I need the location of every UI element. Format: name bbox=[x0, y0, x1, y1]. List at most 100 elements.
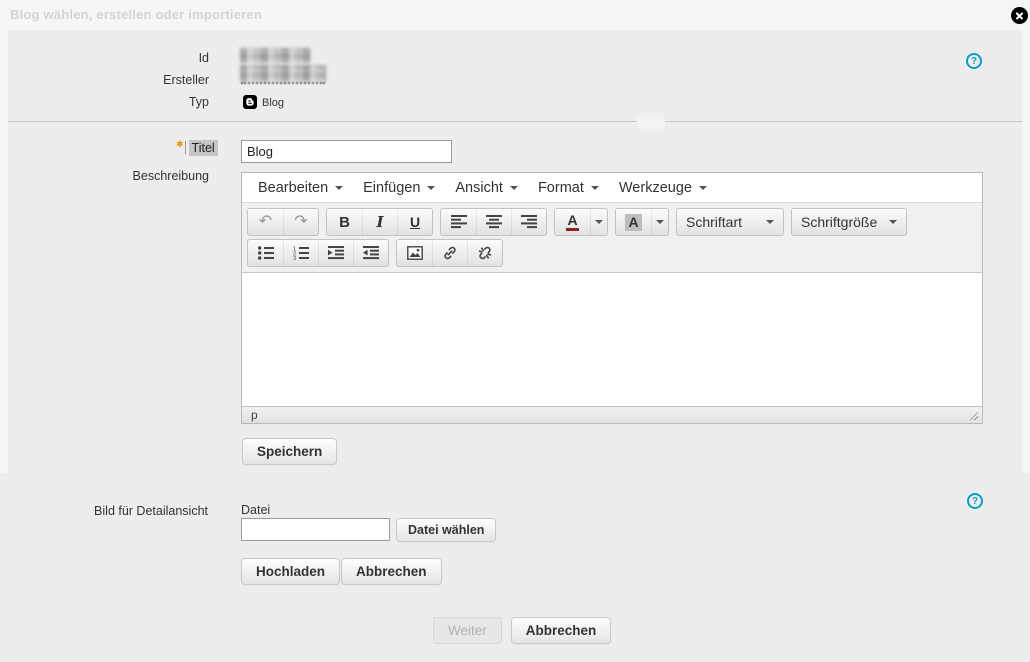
menu-werkzeuge[interactable]: Werkzeuge bbox=[609, 173, 717, 202]
help-icon[interactable]: ? bbox=[967, 493, 983, 509]
redo-button[interactable]: ↷ bbox=[283, 209, 318, 235]
blogger-icon bbox=[243, 95, 257, 109]
align-left-button[interactable] bbox=[441, 209, 476, 235]
dialog-title: Blog wählen, erstellen oder importieren bbox=[10, 7, 262, 22]
chevron-down-icon bbox=[510, 186, 518, 190]
font-family-label: Schriftart bbox=[686, 214, 742, 230]
insert-link-button[interactable] bbox=[432, 240, 467, 266]
media-link-group bbox=[396, 239, 503, 267]
description-label: Beschreibung bbox=[49, 169, 209, 183]
text-color-icon: A bbox=[566, 213, 578, 231]
background-color-caret[interactable] bbox=[651, 209, 668, 235]
divider-handle[interactable] bbox=[637, 115, 665, 129]
chevron-down-icon bbox=[766, 220, 774, 224]
next-button[interactable]: Weiter bbox=[433, 617, 502, 644]
menu-label: Ansicht bbox=[455, 180, 503, 196]
id-value-redacted bbox=[240, 48, 311, 63]
choose-file-button[interactable]: Datei wählen bbox=[396, 518, 496, 542]
align-group bbox=[440, 208, 547, 236]
menu-label: Format bbox=[538, 180, 584, 196]
upload-button[interactable]: Hochladen bbox=[241, 558, 340, 585]
align-right-icon bbox=[521, 215, 537, 229]
unlink-icon bbox=[477, 245, 493, 261]
id-label: Id bbox=[49, 51, 209, 65]
redo-icon: ↷ bbox=[294, 214, 307, 230]
bullet-list-button[interactable] bbox=[248, 240, 283, 266]
indent-button[interactable] bbox=[318, 240, 353, 266]
align-center-button[interactable] bbox=[476, 209, 511, 235]
undo-icon: ↶ bbox=[259, 214, 272, 230]
link-icon bbox=[442, 245, 458, 261]
undo-button[interactable]: ↶ bbox=[248, 209, 283, 235]
text-color-caret[interactable] bbox=[590, 209, 607, 235]
chevron-down-icon bbox=[699, 186, 707, 190]
title-label-wrap: ✱ Titel bbox=[176, 140, 218, 156]
menu-label: Werkzeuge bbox=[619, 180, 692, 196]
font-size-label: Schriftgröße bbox=[801, 214, 877, 230]
format-group: B I U bbox=[326, 208, 433, 236]
bold-icon: B bbox=[339, 214, 350, 231]
file-label: Datei bbox=[241, 503, 270, 517]
list-indent-group: 123 bbox=[247, 239, 389, 267]
outdent-button[interactable] bbox=[353, 240, 388, 266]
align-right-button[interactable] bbox=[511, 209, 546, 235]
creator-value-remnant bbox=[241, 80, 325, 84]
align-center-icon bbox=[486, 215, 502, 229]
menu-bearbeiten[interactable]: Bearbeiten bbox=[248, 173, 353, 202]
outdent-icon bbox=[363, 246, 379, 260]
background-color-button[interactable]: A bbox=[616, 209, 651, 235]
text-color-button[interactable]: A bbox=[555, 209, 590, 235]
toolbar-row-1: ↶ ↷ B I U A bbox=[247, 208, 977, 236]
section-divider bbox=[8, 121, 1022, 122]
numbered-list-icon: 123 bbox=[293, 246, 309, 260]
type-value: Blog bbox=[262, 97, 284, 109]
menu-label: Bearbeiten bbox=[258, 180, 328, 196]
required-bar bbox=[185, 141, 186, 154]
menu-einfuegen[interactable]: Einfügen bbox=[353, 173, 445, 202]
chevron-down-icon bbox=[889, 220, 897, 224]
cancel-button[interactable]: Abbrechen bbox=[511, 617, 612, 644]
cancel-upload-button[interactable]: Abbrechen bbox=[341, 558, 442, 585]
remove-link-button[interactable] bbox=[467, 240, 502, 266]
svg-text:3: 3 bbox=[293, 256, 296, 260]
backcolor-group: A bbox=[615, 208, 669, 236]
font-size-group: Schriftgröße bbox=[791, 208, 907, 236]
title-label: Titel bbox=[189, 140, 218, 156]
bullet-list-icon bbox=[258, 246, 274, 260]
image-icon bbox=[407, 246, 423, 260]
align-left-icon bbox=[451, 215, 467, 229]
save-button[interactable]: Speichern bbox=[242, 438, 337, 465]
chevron-down-icon bbox=[427, 186, 435, 190]
chevron-down-icon bbox=[656, 220, 664, 224]
editor-content-area[interactable] bbox=[242, 273, 982, 406]
menu-format[interactable]: Format bbox=[528, 173, 609, 202]
background-color-icon: A bbox=[625, 214, 641, 231]
required-icon: ✱ bbox=[176, 140, 184, 149]
bold-button[interactable]: B bbox=[327, 209, 362, 235]
type-label: Typ bbox=[49, 95, 209, 109]
help-icon[interactable]: ? bbox=[966, 53, 982, 69]
file-path-input[interactable] bbox=[241, 518, 390, 541]
footer-actions: Weiter Abbrechen bbox=[433, 617, 611, 644]
menu-label: Einfügen bbox=[363, 180, 420, 196]
menu-ansicht[interactable]: Ansicht bbox=[445, 173, 528, 202]
italic-button[interactable]: I bbox=[362, 209, 397, 235]
resize-grip-icon[interactable] bbox=[968, 410, 978, 420]
creator-label: Ersteller bbox=[49, 73, 209, 87]
undo-redo-group: ↶ ↷ bbox=[247, 208, 319, 236]
underline-button[interactable]: U bbox=[397, 209, 432, 235]
rich-text-editor: Bearbeiten Einfügen Ansicht Format Werkz… bbox=[241, 172, 983, 424]
element-path[interactable]: p bbox=[251, 408, 258, 422]
chevron-down-icon bbox=[595, 220, 603, 224]
numbered-list-button[interactable]: 123 bbox=[283, 240, 318, 266]
indent-icon bbox=[328, 246, 344, 260]
close-icon[interactable] bbox=[1011, 7, 1028, 24]
underline-icon: U bbox=[410, 214, 420, 230]
editor-toolbar: ↶ ↷ B I U A bbox=[242, 203, 982, 273]
font-family-select[interactable]: Schriftart bbox=[677, 209, 783, 235]
insert-image-button[interactable] bbox=[397, 240, 432, 266]
chevron-down-icon bbox=[335, 186, 343, 190]
editor-statusbar: p bbox=[242, 406, 982, 423]
title-input[interactable] bbox=[241, 140, 452, 163]
font-size-select[interactable]: Schriftgröße bbox=[792, 209, 906, 235]
